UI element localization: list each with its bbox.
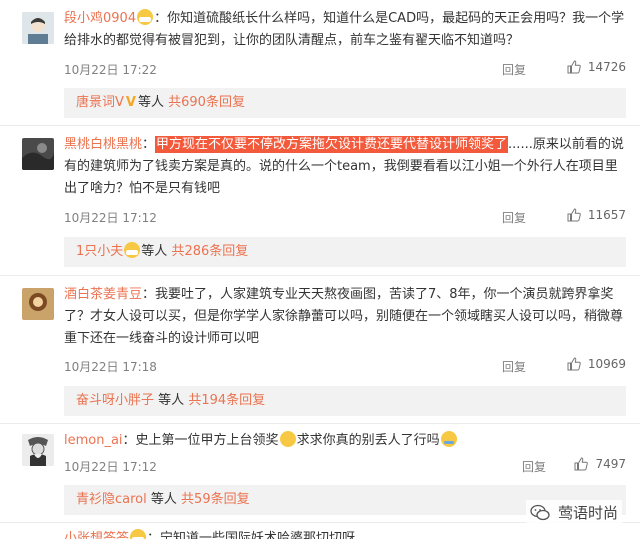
avatar[interactable] bbox=[22, 12, 54, 44]
thumbs-up-icon bbox=[567, 208, 581, 222]
like-count: 14726 bbox=[587, 60, 626, 74]
verified-v-icon: V bbox=[125, 95, 136, 110]
sub-reply-mid: 等人 bbox=[158, 393, 185, 408]
comment-time: 10月22日 17:12 bbox=[64, 460, 157, 474]
thumbs-up-icon bbox=[567, 60, 581, 74]
comment-content: ：史上第一位甲方上台领奖 bbox=[122, 433, 279, 448]
sub-reply-count[interactable]: 共59条回复 bbox=[181, 492, 250, 507]
sub-reply-summary[interactable]: 奋斗呀小胖子 等人 共194条回复 bbox=[64, 386, 626, 416]
comment-text: 段小鸡0904 ：你知道硫酸纸长什么样吗，知道什么是CAD吗，最起码的天正会用吗？… bbox=[64, 8, 626, 52]
comment-username[interactable]: 黑桃白桃黑桃 bbox=[64, 137, 142, 152]
comment-time: 10月22日 17:12 bbox=[64, 211, 157, 225]
like-button[interactable]: 14726 bbox=[566, 59, 626, 75]
like-count: 10969 bbox=[587, 357, 626, 371]
sub-reply-count[interactable]: 共690条回复 bbox=[168, 95, 245, 110]
highlighted-text: 甲方现在不仅要不停改方案拖欠设计费还要代替设计师领奖了 bbox=[155, 136, 509, 153]
comment-time: 10月22日 17:22 bbox=[64, 63, 157, 77]
comment-content: ：我要吐了，人家建筑专业天天熬夜画图，苦读了7、8年，你一个演员就跨界拿奖了？才… bbox=[64, 287, 624, 346]
comment-text: 黑桃白桃黑桃：甲方现在不仅要不停改方案拖欠设计费还要代替设计师领奖了......… bbox=[64, 134, 626, 200]
reply-button[interactable]: 回复 bbox=[502, 358, 526, 375]
watermark-text: 莺语时尚 bbox=[557, 504, 618, 522]
avatar[interactable] bbox=[22, 288, 54, 320]
comment-text: 小张想答答 ：宁知道一些国际妖术哈婆那切切呀 bbox=[64, 528, 626, 539]
thumbs-up-icon bbox=[567, 357, 581, 371]
emoji-cry-icon bbox=[440, 431, 457, 447]
sub-reply-mid: 等人 bbox=[141, 244, 168, 259]
comment-username[interactable]: 小张想答答 bbox=[64, 531, 129, 539]
comment-content: ：宁知道一些国际妖术哈婆那切切呀 bbox=[147, 531, 356, 539]
sub-reply-author[interactable]: 唐景词V bbox=[76, 95, 124, 110]
like-button[interactable]: 10969 bbox=[566, 356, 626, 372]
avatar[interactable] bbox=[22, 434, 54, 466]
comment-meta: 10月22日 17:12 回复 7497 bbox=[64, 456, 626, 476]
comment-meta: 10月22日 17:12 回复 11657 bbox=[64, 207, 626, 227]
sub-reply-mid: 等人 bbox=[137, 95, 164, 110]
comment-username[interactable]: lemon_ai bbox=[64, 433, 123, 448]
like-count: 7497 bbox=[595, 457, 626, 471]
comment-username[interactable]: 酒白茶姜青豆 bbox=[64, 287, 142, 302]
divider bbox=[0, 423, 640, 424]
sub-reply-count[interactable]: 共286条回复 bbox=[171, 244, 248, 259]
comment-colon: ： bbox=[142, 137, 156, 152]
divider bbox=[0, 275, 640, 276]
like-button[interactable]: 7497 bbox=[573, 456, 626, 472]
watermark: 莺语时尚 bbox=[525, 500, 622, 525]
like-count: 11657 bbox=[587, 208, 626, 222]
comment-meta: 10月22日 17:22 回复 14726 bbox=[64, 59, 626, 79]
comment-time: 10月22日 17:18 bbox=[64, 360, 157, 374]
emoji-mask-icon bbox=[137, 9, 154, 25]
sub-reply-summary[interactable]: 1只小夫 等人 共286条回复 bbox=[64, 237, 626, 267]
reply-button[interactable]: 回复 bbox=[522, 458, 546, 475]
emoji-mask-icon bbox=[124, 242, 141, 258]
sub-reply-author[interactable]: 青衫隐carol bbox=[76, 492, 147, 507]
emoji-mask-icon bbox=[130, 529, 147, 539]
reply-button[interactable]: 回复 bbox=[502, 61, 526, 78]
like-button[interactable]: 11657 bbox=[566, 207, 626, 223]
avatar[interactable] bbox=[22, 138, 54, 170]
sub-reply-summary[interactable]: 唐景词V V 等人 共690条回复 bbox=[64, 88, 626, 118]
divider bbox=[0, 125, 640, 126]
comment-text: lemon_ai：史上第一位甲方上台领奖 求求你真的别丢人了行吗 bbox=[64, 430, 626, 452]
comment-text: 酒白茶姜青豆：我要吐了，人家建筑专业天天熬夜画图，苦读了7、8年，你一个演员就跨… bbox=[64, 284, 626, 350]
sub-reply-author[interactable]: 奋斗呀小胖子 bbox=[76, 393, 154, 408]
comment-meta: 10月22日 17:18 回复 10969 bbox=[64, 356, 626, 376]
reply-button[interactable]: 回复 bbox=[502, 209, 526, 226]
thumbs-up-icon bbox=[574, 457, 589, 471]
wechat-watermark-icon bbox=[530, 504, 550, 520]
sub-reply-author[interactable]: 1只小夫 bbox=[76, 244, 123, 259]
comment-username[interactable]: 段小鸡0904 bbox=[64, 11, 136, 26]
sub-reply-count[interactable]: 共194条回复 bbox=[188, 393, 265, 408]
comment-content-2: 求求你真的别丢人了行吗 bbox=[296, 433, 440, 448]
sub-reply-mid: 等人 bbox=[150, 492, 177, 507]
emoji-smile-icon bbox=[279, 431, 296, 447]
